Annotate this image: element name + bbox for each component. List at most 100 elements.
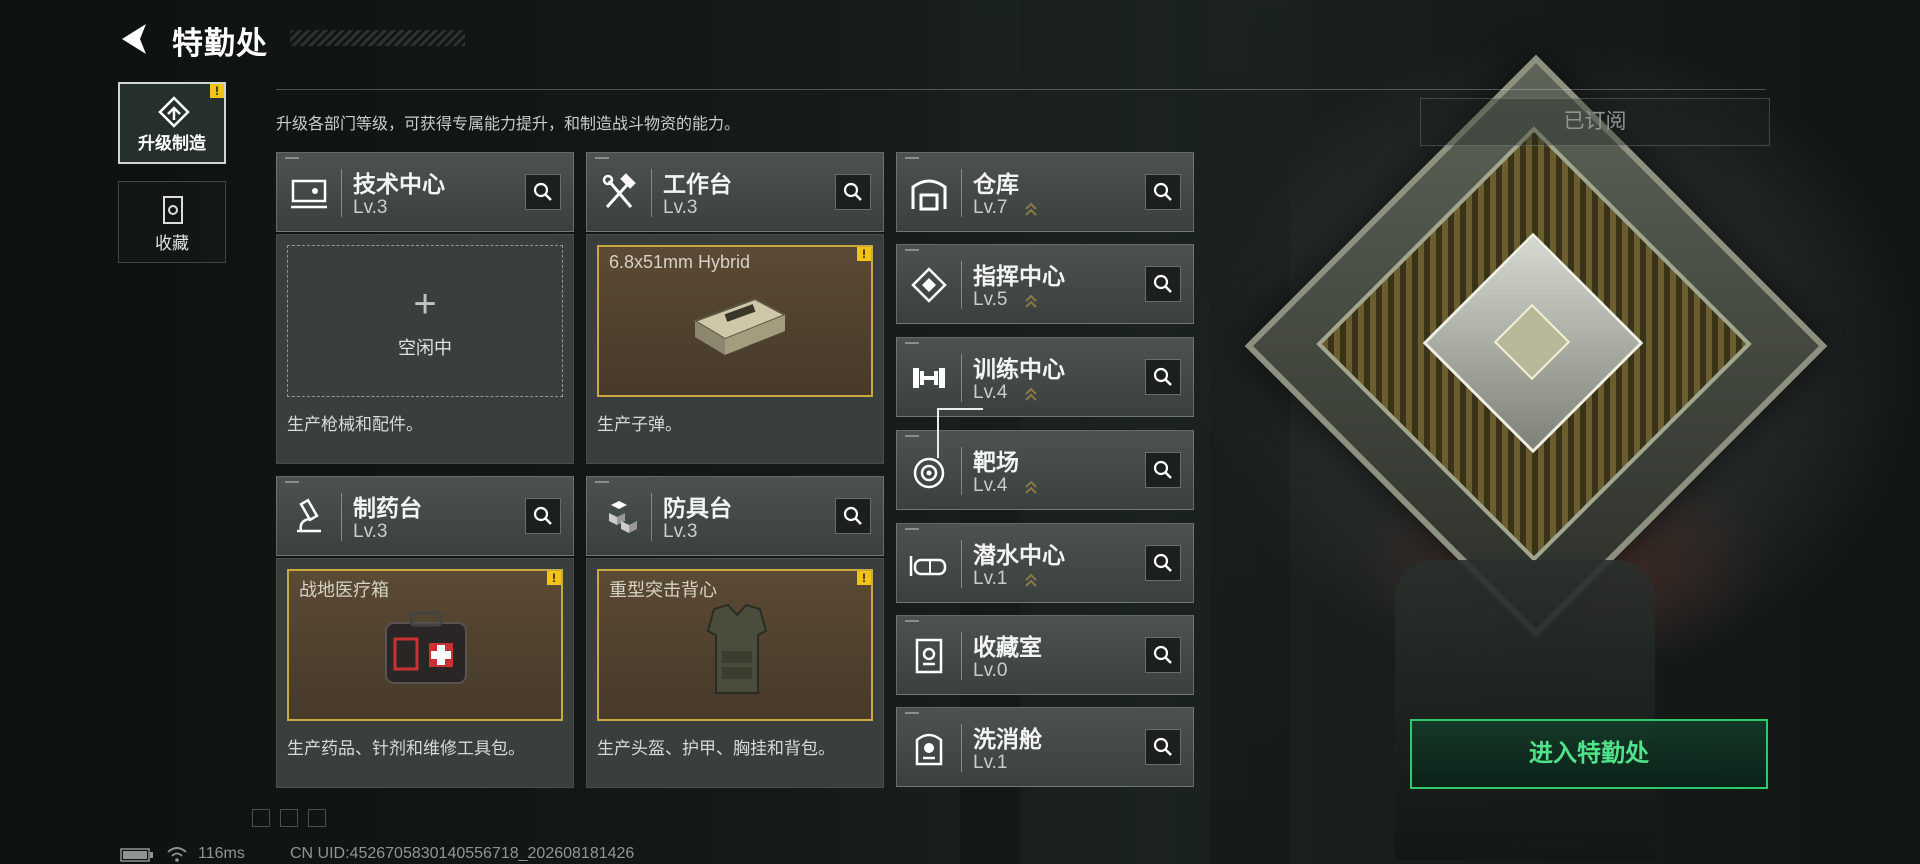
production-panel-pharmacy: 战地医疗箱 ! 生产药品、针剂和维修工具包。 bbox=[276, 558, 574, 788]
search-icon bbox=[1153, 553, 1172, 572]
inspect-button[interactable] bbox=[1145, 452, 1181, 488]
header-divider bbox=[276, 89, 1766, 90]
dept-training-center[interactable]: 训练中心 Lv.4 bbox=[896, 337, 1194, 417]
enter-special-ops-button[interactable]: 进入特勤处 bbox=[1410, 719, 1768, 789]
dept-diving-center[interactable]: 潜水中心 Lv.1 bbox=[896, 523, 1194, 603]
inspect-button[interactable] bbox=[1145, 729, 1181, 765]
upgradable-arrows-icon bbox=[1025, 573, 1037, 587]
page-title: 特勤处 bbox=[172, 26, 268, 61]
inspect-button[interactable] bbox=[525, 498, 561, 534]
dept-collection-room[interactable]: 收藏室 Lv.0 bbox=[896, 615, 1194, 695]
armor-blocks-icon bbox=[609, 501, 637, 533]
slot-status: 空闲中 bbox=[398, 338, 452, 358]
upgrade-icon bbox=[158, 96, 190, 128]
dept-name: 防具台 bbox=[663, 495, 732, 521]
assault-vest-icon bbox=[706, 603, 768, 694]
nav-label: 升级制造 bbox=[138, 134, 206, 153]
item-name: 战地医疗箱 bbox=[299, 580, 389, 600]
search-icon bbox=[533, 182, 552, 201]
dept-level: Lv.3 bbox=[353, 197, 388, 218]
search-icon bbox=[843, 182, 862, 201]
ammo-box-icon bbox=[692, 297, 788, 355]
dept-pharmacy[interactable]: 制药台 Lv.3 bbox=[276, 476, 574, 556]
dept-workbench[interactable]: 工作台 Lv.3 bbox=[586, 152, 884, 232]
dept-level: Lv.7 bbox=[973, 197, 1008, 218]
add-production-icon: + bbox=[413, 282, 437, 326]
production-panel-tech: + 空闲中 生产枪械和配件。 bbox=[276, 234, 574, 464]
collection-room-icon bbox=[915, 638, 943, 674]
production-description: 生产药品、针剂和维修工具包。 bbox=[287, 739, 525, 758]
dept-level: Lv.1 bbox=[973, 568, 1008, 589]
wifi-icon bbox=[167, 847, 187, 862]
inspect-button[interactable] bbox=[1145, 545, 1181, 581]
diving-mask-icon bbox=[909, 556, 947, 576]
warning-badge: ! bbox=[547, 571, 561, 585]
warehouse-icon bbox=[911, 179, 947, 211]
inspect-button[interactable] bbox=[835, 174, 871, 210]
user-uid: CN UID:4526705830140556718_202608181426 bbox=[290, 845, 635, 862]
production-slot-idle[interactable]: + 空闲中 bbox=[287, 245, 563, 397]
production-slot[interactable]: 6.8x51mm Hybrid ! bbox=[597, 245, 873, 397]
search-icon bbox=[1153, 274, 1172, 293]
nav-collection[interactable]: 收藏 bbox=[118, 181, 226, 263]
title-decoration bbox=[290, 30, 465, 46]
page-indicator bbox=[280, 809, 298, 827]
search-icon bbox=[1153, 645, 1172, 664]
item-name: 6.8x51mm Hybrid bbox=[609, 252, 751, 272]
dept-armor-bench[interactable]: 防具台 Lv.3 bbox=[586, 476, 884, 556]
production-slot[interactable]: 战地医疗箱 ! bbox=[287, 569, 563, 721]
medical-kit-icon bbox=[385, 611, 467, 684]
page-indicator bbox=[252, 809, 270, 827]
dept-level: Lv.3 bbox=[663, 197, 698, 218]
search-icon bbox=[843, 506, 862, 525]
inspect-button[interactable] bbox=[1145, 266, 1181, 302]
tools-icon bbox=[602, 173, 636, 209]
upgradable-arrows-icon bbox=[1025, 294, 1037, 308]
warning-badge: ! bbox=[210, 84, 224, 98]
production-panel-workbench: 6.8x51mm Hybrid ! 生产子弹。 bbox=[586, 234, 884, 464]
battery-icon bbox=[120, 848, 153, 862]
search-icon bbox=[1153, 182, 1172, 201]
production-slot[interactable]: 重型突击背心 ! bbox=[597, 569, 873, 721]
dept-level: Lv.3 bbox=[353, 521, 388, 542]
search-icon bbox=[1153, 737, 1172, 756]
command-center-icon bbox=[911, 267, 947, 303]
dept-storage[interactable]: 仓库 Lv.7 bbox=[896, 152, 1194, 232]
inspect-button[interactable] bbox=[1145, 174, 1181, 210]
dept-decontamination[interactable]: 洗消舱 Lv.1 bbox=[896, 707, 1194, 787]
dept-name: 收藏室 bbox=[973, 634, 1042, 660]
inspect-button[interactable] bbox=[1145, 637, 1181, 673]
inspect-button[interactable] bbox=[835, 498, 871, 534]
dept-level: Lv.3 bbox=[663, 521, 698, 542]
inspect-button[interactable] bbox=[525, 174, 561, 210]
inspect-button[interactable] bbox=[1145, 359, 1181, 395]
ping-readout: 116ms bbox=[198, 845, 245, 862]
back-button[interactable] bbox=[118, 22, 152, 56]
production-description: 生产枪械和配件。 bbox=[287, 415, 423, 434]
collection-case-icon bbox=[163, 196, 183, 224]
dept-level: Lv.4 bbox=[973, 475, 1008, 496]
search-icon bbox=[1153, 460, 1172, 479]
microscope-icon bbox=[297, 498, 321, 533]
warning-badge: ! bbox=[857, 571, 871, 585]
search-icon bbox=[533, 506, 552, 525]
cube-pedestal bbox=[1395, 560, 1655, 860]
dept-tech-center[interactable]: 技术中心 Lv.3 bbox=[276, 152, 574, 232]
decontamination-icon bbox=[915, 733, 943, 766]
nav-upgrade-craft[interactable]: 升级制造 ! bbox=[118, 82, 226, 164]
dept-command-center[interactable]: 指挥中心 Lv.5 bbox=[896, 244, 1194, 324]
dept-name: 训练中心 bbox=[973, 356, 1065, 382]
dept-name: 洗消舱 bbox=[973, 726, 1042, 752]
dept-name: 技术中心 bbox=[353, 171, 445, 197]
dept-name: 仓库 bbox=[973, 171, 1019, 197]
item-name: 重型突击背心 bbox=[609, 580, 717, 600]
dept-level: Lv.4 bbox=[973, 382, 1008, 403]
dept-name: 制药台 bbox=[353, 495, 422, 521]
production-panel-armor: 重型突击背心 ! 生产头盔、护甲、胸挂和背包。 bbox=[586, 558, 884, 788]
upgradable-arrows-icon bbox=[1025, 480, 1037, 494]
dept-name: 工作台 bbox=[663, 171, 732, 197]
dept-name: 指挥中心 bbox=[973, 263, 1065, 289]
subscribed-button[interactable]: 已订阅 bbox=[1420, 98, 1770, 146]
dept-name: 潜水中心 bbox=[973, 542, 1065, 568]
dept-level: Lv.0 bbox=[973, 660, 1008, 681]
